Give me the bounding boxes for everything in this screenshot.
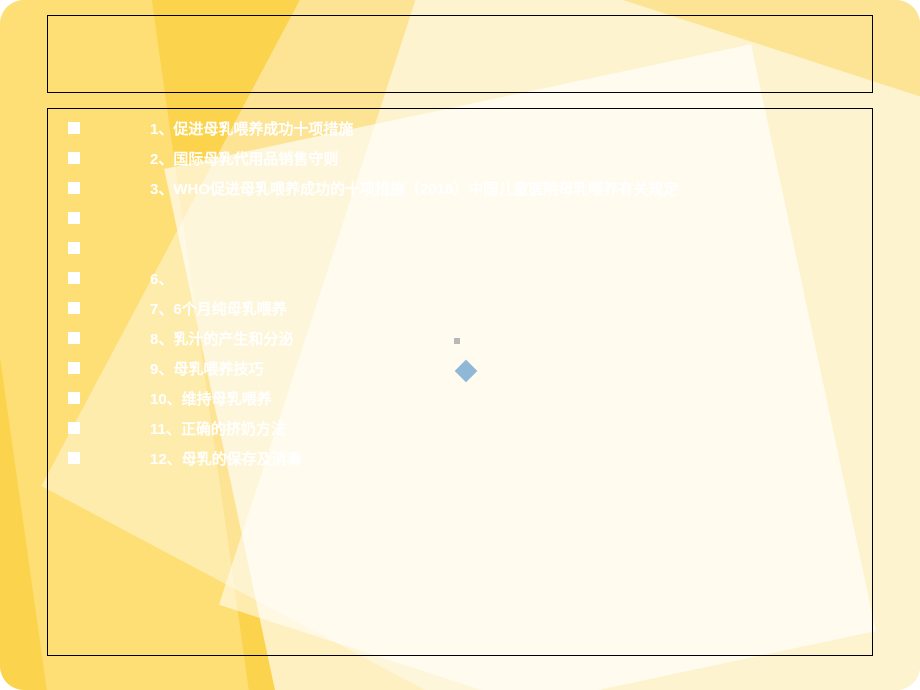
list-item-text: 3、WHO促进母乳喂养成功的十项措施（2018）中国儿童医院母乳喂养有关规定	[150, 178, 678, 199]
list-item: 11、正确的挤奶方法	[48, 419, 872, 437]
list-item-text: 10、维持母乳喂养	[150, 388, 272, 409]
list-item: 12、母乳的保存及消毒	[48, 449, 872, 467]
slide-container: 1、促进母乳喂养成功十项措施 2、国际母乳代用品销售守则 3、WHO促进母乳喂养…	[0, 0, 920, 690]
bullet-icon	[68, 212, 80, 224]
center-small-square-icon	[454, 338, 460, 344]
list-item-text: 11、正确的挤奶方法	[150, 418, 286, 439]
list-item-text: 6、	[150, 268, 173, 289]
list-item: 2、国际母乳代用品销售守则	[48, 149, 872, 167]
header-box	[47, 15, 873, 93]
list-item: 10、维持母乳喂养	[48, 389, 872, 407]
list-item: 7、6个月纯母乳喂养	[48, 299, 872, 317]
bullet-icon	[68, 452, 80, 464]
list-item: 3、WHO促进母乳喂养成功的十项措施（2018）中国儿童医院母乳喂养有关规定	[48, 179, 872, 197]
bullet-icon	[68, 362, 80, 374]
bullet-icon	[68, 152, 80, 164]
list-item-text: 9、母乳喂养技巧	[150, 358, 263, 379]
list-item-text: 12、母乳的保存及消毒	[150, 448, 302, 469]
bullet-icon	[68, 332, 80, 344]
list-item-text: 7、6个月纯母乳喂养	[150, 298, 287, 319]
list-item	[48, 239, 872, 257]
list-item: 1、促进母乳喂养成功十项措施	[48, 119, 872, 137]
bullet-icon	[68, 122, 80, 134]
content-box: 1、促进母乳喂养成功十项措施 2、国际母乳代用品销售守则 3、WHO促进母乳喂养…	[47, 108, 873, 656]
bullet-icon	[68, 272, 80, 284]
list-item	[48, 209, 872, 227]
list-item-text: 8、乳汁的产生和分泌	[150, 328, 293, 349]
list-item: 6、	[48, 269, 872, 287]
list-item-text: 2、国际母乳代用品销售守则	[150, 148, 338, 169]
list-item-text: 1、促进母乳喂养成功十项措施	[150, 118, 353, 139]
list-item: 8、乳汁的产生和分泌	[48, 329, 872, 347]
bullet-icon	[68, 302, 80, 314]
bullet-icon	[68, 392, 80, 404]
bullet-icon	[68, 422, 80, 434]
bullet-icon	[68, 242, 80, 254]
bullet-icon	[68, 182, 80, 194]
